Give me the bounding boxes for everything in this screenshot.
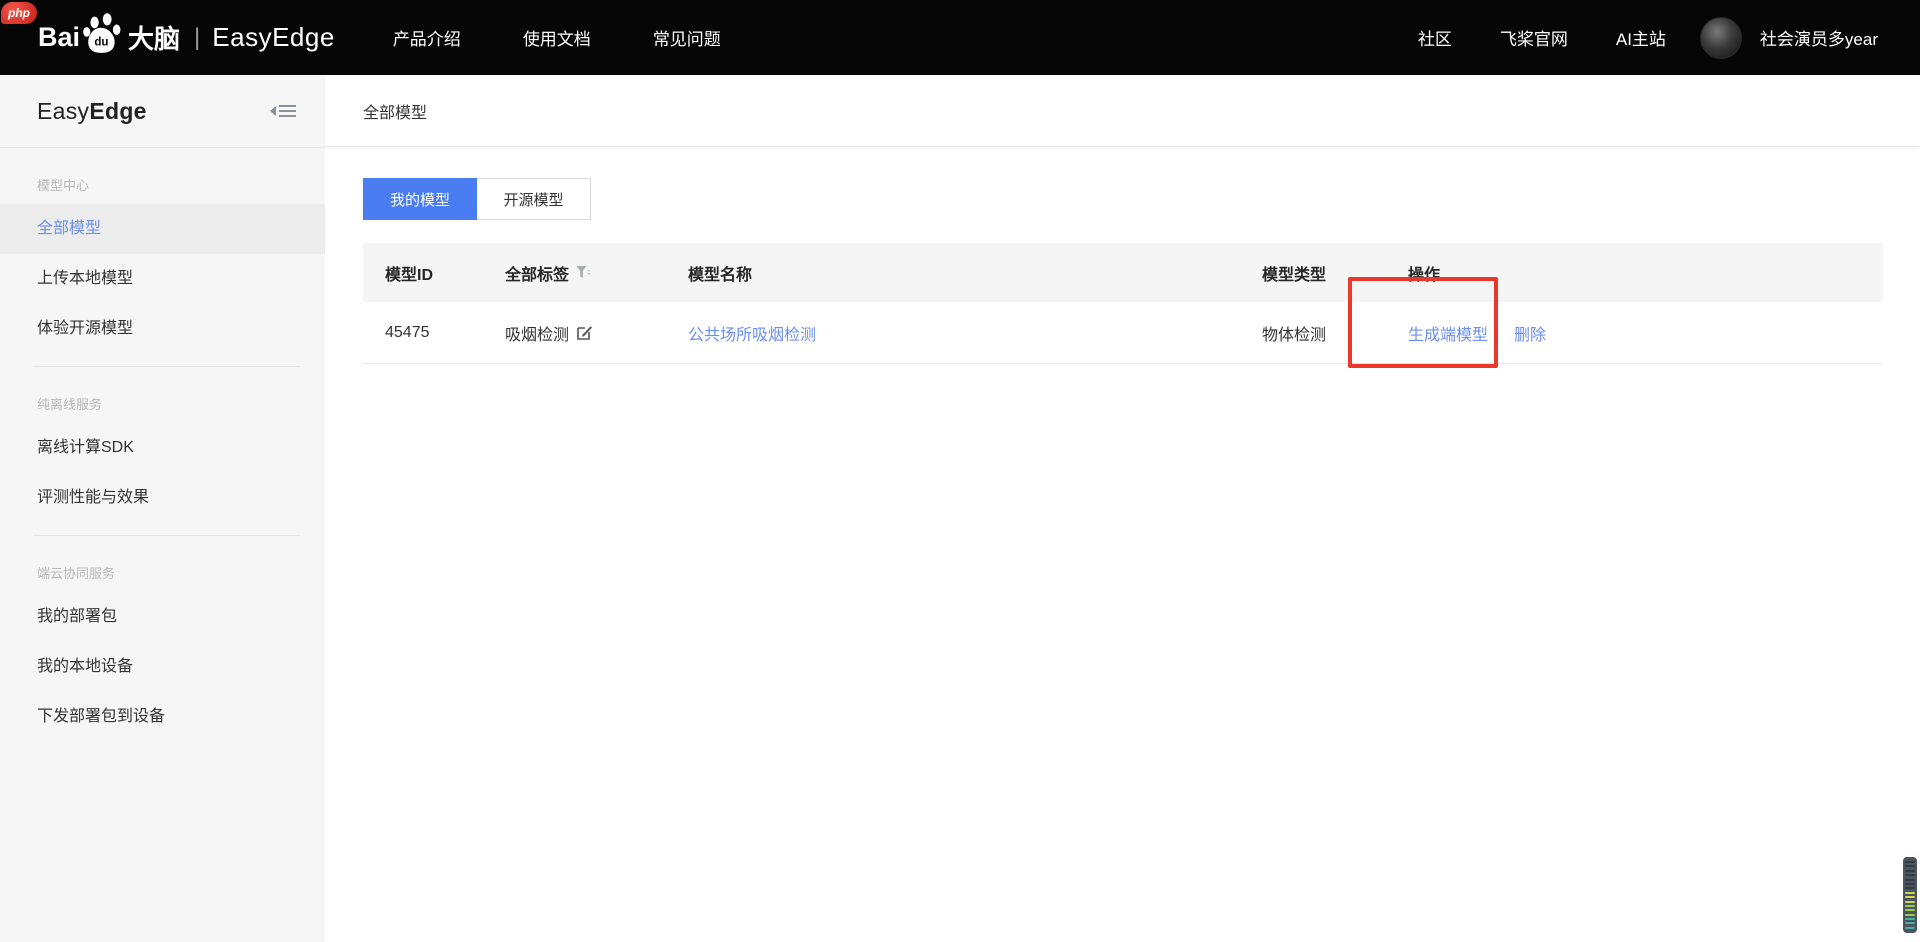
sidebar-collapse-icon[interactable] — [269, 102, 297, 120]
edit-tag-icon[interactable] — [576, 324, 593, 341]
nav-item-faq[interactable]: 常见问题 — [653, 25, 721, 50]
col-header-actions: 操作 — [1408, 261, 1883, 285]
sidebar-section-offline-service: 纯离线服务 — [0, 367, 325, 423]
sidebar-item-offline-sdk[interactable]: 离线计算SDK — [0, 423, 325, 473]
top-nav-right: 社区 飞桨官网 AI主站 社会演员多year — [1418, 17, 1878, 59]
cell-tags: 吸烟检测 — [505, 321, 688, 345]
sidebar-item-my-deploy-packages[interactable]: 我的部署包 — [0, 592, 325, 642]
model-tabs: 我的模型 开源模型 — [363, 178, 1920, 220]
user-avatar[interactable] — [1700, 17, 1742, 59]
cell-model-id: 45475 — [385, 324, 505, 342]
cell-actions: 生成端模型 删除 — [1408, 321, 1883, 345]
brand-logo[interactable]: Bai du 大脑 | EasyEdge — [38, 19, 335, 56]
brand-brain-text: 大脑 — [128, 19, 180, 56]
sidebar: EasyEdge 模型中心 全部模型 上传本地模型 体验开源模型 纯离线服务 离… — [0, 75, 325, 942]
model-name-link[interactable]: 公共场所吸烟检测 — [688, 327, 816, 344]
sidebar-item-dispatch-package-to-device[interactable]: 下发部署包到设备 — [0, 692, 325, 742]
col-header-model-type: 模型类型 — [1262, 261, 1408, 285]
breadcrumb-bar: 全部模型 — [325, 75, 1920, 147]
sidebar-item-evaluate-performance[interactable]: 评测性能与效果 — [0, 473, 325, 523]
cell-model-name: 公共场所吸烟检测 — [688, 321, 1262, 345]
sidebar-title-easy: Easy — [37, 98, 89, 124]
sidebar-title-edge: Edge — [89, 98, 146, 124]
page-title: 全部模型 — [363, 99, 427, 123]
top-nav-bar: php Bai du 大脑 | EasyEdge 产品介绍 使用文档 常见问题 … — [0, 0, 1920, 75]
brand-separator: | — [194, 24, 200, 52]
col-header-model-name: 模型名称 — [688, 261, 1262, 285]
sidebar-header: EasyEdge — [0, 75, 325, 148]
cell-model-type: 物体检测 — [1262, 321, 1408, 345]
nav-item-product-intro[interactable]: 产品介绍 — [393, 25, 461, 50]
tab-open-source-models[interactable]: 开源模型 — [477, 178, 591, 220]
sidebar-section-model-center: 模型中心 — [0, 148, 325, 204]
sidebar-item-my-local-devices[interactable]: 我的本地设备 — [0, 642, 325, 692]
nav-item-ai-site[interactable]: AI主站 — [1616, 25, 1666, 50]
sidebar-item-upload-local-model[interactable]: 上传本地模型 — [0, 254, 325, 304]
table-header-row: 模型ID 全部标签 模型名称 模型类型 操作 — [363, 243, 1883, 302]
top-nav-links: 产品介绍 使用文档 常见问题 — [393, 25, 721, 50]
php-badge-label: php — [8, 6, 30, 20]
filter-icon[interactable] — [576, 265, 590, 280]
nav-item-paddle-site[interactable]: 飞桨官网 — [1500, 25, 1568, 50]
brand-du-text: du — [94, 36, 108, 48]
scroll-indicator-widget[interactable] — [1903, 857, 1917, 933]
brand-product-text: EasyEdge — [212, 22, 335, 53]
col-header-all-tags[interactable]: 全部标签 — [505, 261, 688, 285]
col-header-all-tags-label: 全部标签 — [505, 261, 569, 285]
sidebar-title: EasyEdge — [37, 98, 147, 125]
models-table: 模型ID 全部标签 模型名称 模型类型 操作 45475 吸烟检测 — [363, 243, 1883, 364]
sidebar-item-try-open-source-model[interactable]: 体验开源模型 — [0, 304, 325, 354]
baidu-paw-icon: du — [82, 13, 124, 55]
tab-my-models[interactable]: 我的模型 — [363, 178, 477, 220]
nav-item-docs[interactable]: 使用文档 — [523, 25, 591, 50]
nav-item-community[interactable]: 社区 — [1418, 25, 1452, 50]
php-watermark-badge: php — [1, 2, 37, 24]
col-header-model-id: 模型ID — [385, 261, 505, 285]
brand-bai-text: Bai — [38, 22, 80, 53]
username-label[interactable]: 社会演员多year — [1760, 25, 1878, 50]
main-content: 全部模型 我的模型 开源模型 模型ID 全部标签 模型名称 模型类型 操作 45… — [325, 75, 1920, 942]
sidebar-item-all-models[interactable]: 全部模型 — [0, 204, 325, 254]
generate-edge-model-link[interactable]: 生成端模型 — [1408, 321, 1488, 345]
sidebar-section-edge-cloud-service: 端云协同服务 — [0, 536, 325, 592]
cell-tags-label: 吸烟检测 — [505, 321, 569, 345]
delete-link[interactable]: 删除 — [1514, 321, 1546, 345]
table-row: 45475 吸烟检测 公共场所吸烟检测 物体检测 生成端模型 删除 — [363, 302, 1883, 364]
